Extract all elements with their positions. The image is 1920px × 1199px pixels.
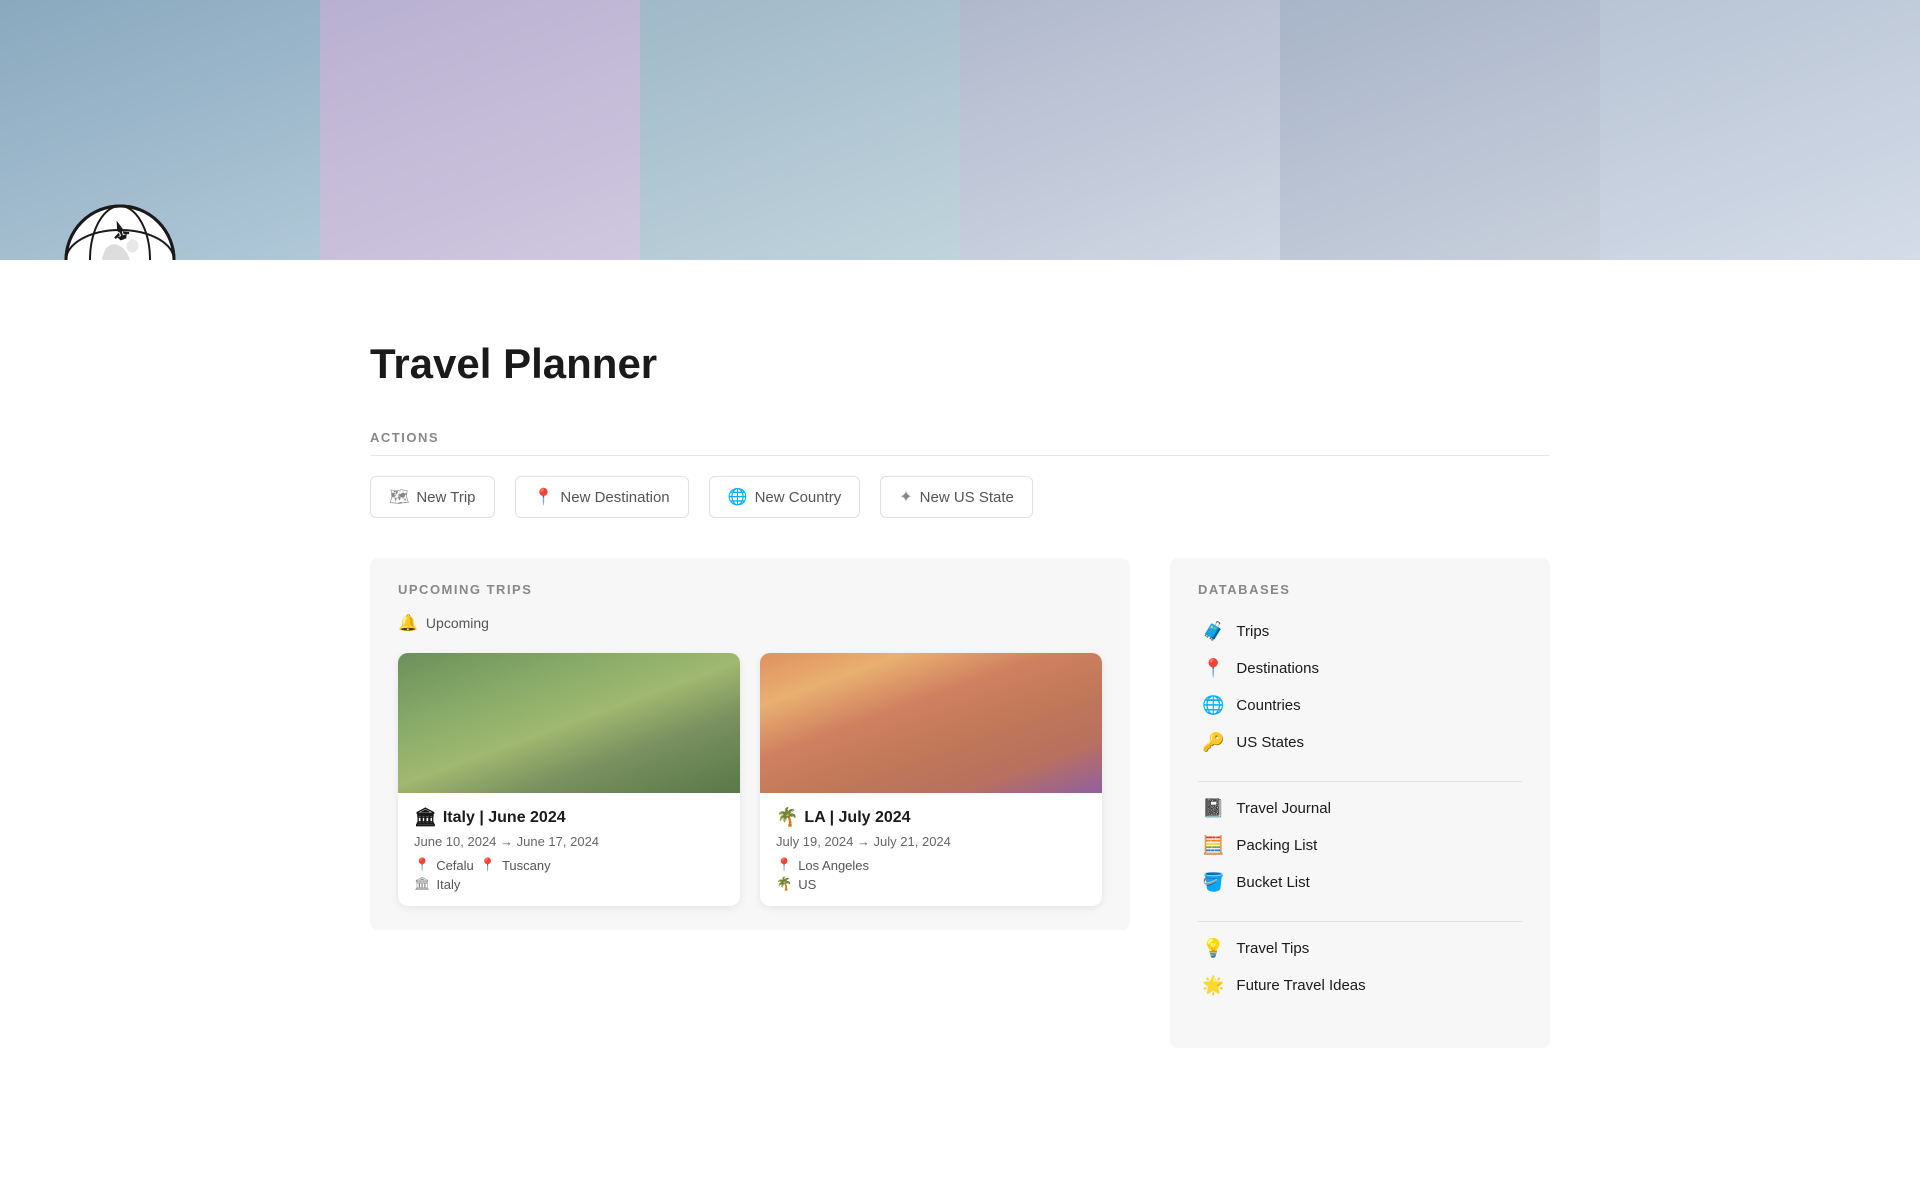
new-us-state-button[interactable]: ✦ New US State [880,476,1033,518]
banner-photo-4 [960,0,1280,260]
travel-tips-icon: 💡 [1202,938,1224,959]
db-divider-1 [1198,781,1522,782]
logo-area [60,200,180,260]
us-states-label: US States [1236,734,1304,751]
page-title: Travel Planner [370,340,1550,388]
trip-dest-cefalu: Cefalu [436,858,474,873]
databases-section: DATABASES 🧳 Trips 📍 Destinations 🌐 Count… [1170,558,1550,1048]
banner [0,0,1920,260]
trip-dest-1-italy: 📍 Cefalu 📍 Tuscany [414,857,724,873]
new-country-label: New Country [755,489,842,506]
trip-title-la: LA | July 2024 [804,809,910,827]
logo-icon [60,200,180,260]
travel-tips-label: Travel Tips [1236,940,1309,957]
new-trip-label: New Trip [416,489,475,506]
new-country-button[interactable]: 🌐 New Country [709,476,861,518]
banner-photo-2 [320,0,640,260]
banner-photo-3 [640,0,960,260]
trip-meta-la: 📍 Los Angeles 🌴 US [776,857,1086,892]
packing-list-icon: 🧮 [1202,835,1224,856]
travel-journal-icon: 📓 [1202,798,1224,819]
country-icon-italy: 🏛 [414,876,431,892]
new-destination-icon: 📍 [534,487,554,507]
trip-card-body-italy: 🏛 Italy | June 2024 June 10, 2024 → June… [398,793,740,906]
db-packing-list[interactable]: 🧮 Packing List [1198,827,1522,864]
countries-label: Countries [1236,697,1300,714]
location-icon-2: 📍 [480,857,496,873]
trip-card-img-la [760,653,1102,793]
trip-dest-los-angeles: Los Angeles [798,858,869,873]
destinations-icon: 📍 [1202,658,1224,679]
trip-emoji-italy: 🏛 [414,807,437,828]
new-destination-button[interactable]: 📍 New Destination [515,476,689,518]
banner-photo-6 [1600,0,1920,260]
db-destinations[interactable]: 📍 Destinations [1198,650,1522,687]
countries-icon: 🌐 [1202,695,1224,716]
trip-dates-la: July 19, 2024 → July 21, 2024 [776,834,1086,849]
packing-list-label: Packing List [1236,837,1317,854]
banner-collage [0,0,1920,260]
upcoming-trips-section: UPCOMING TRIPS 🔔 Upcoming 🏛 Italy | June… [370,558,1130,930]
trips-grid: 🏛 Italy | June 2024 June 10, 2024 → June… [398,653,1102,906]
travel-journal-label: Travel Journal [1236,800,1330,817]
trip-title-italy: Italy | June 2024 [443,809,566,827]
trip-country-name-la: US [798,877,816,892]
trip-card-title-italy: 🏛 Italy | June 2024 [414,807,724,828]
db-us-states[interactable]: 🔑 US States [1198,724,1522,761]
trip-card-body-la: 🌴 LA | July 2024 July 19, 2024 → July 21… [760,793,1102,906]
db-divider-2 [1198,921,1522,922]
db-trips[interactable]: 🧳 Trips [1198,613,1522,650]
trip-country-us: 🌴 US [776,876,1086,892]
new-destination-label: New Destination [560,489,669,506]
banner-photo-5 [1280,0,1600,260]
left-column: UPCOMING TRIPS 🔔 Upcoming 🏛 Italy | June… [370,558,1130,954]
databases-label: DATABASES [1198,582,1522,597]
trip-dest-la: 📍 Los Angeles [776,857,1086,873]
db-travel-tips[interactable]: 💡 Travel Tips [1198,930,1522,967]
db-group-3: 💡 Travel Tips 🌟 Future Travel Ideas [1198,930,1522,1004]
filter-label: Upcoming [426,615,489,631]
actions-row: 🗺 New Trip 📍 New Destination 🌐 New Count… [370,476,1550,518]
actions-section-label: ACTIONS [370,420,1550,456]
trip-card-italy[interactable]: 🏛 Italy | June 2024 June 10, 2024 → June… [398,653,740,906]
page-content: Travel Planner ACTIONS 🗺 New Trip 📍 New … [310,340,1610,1048]
main-layout: UPCOMING TRIPS 🔔 Upcoming 🏛 Italy | June… [370,558,1550,1048]
trip-card-title-la: 🌴 LA | July 2024 [776,807,1086,828]
trip-dest-tuscany: Tuscany [502,858,551,873]
filter-icon: 🔔 [398,613,418,633]
db-future-travel-ideas[interactable]: 🌟 Future Travel Ideas [1198,967,1522,1004]
trip-card-la[interactable]: 🌴 LA | July 2024 July 19, 2024 → July 21… [760,653,1102,906]
upcoming-trips-label: UPCOMING TRIPS [398,582,1102,597]
new-us-state-icon: ✦ [899,487,912,507]
future-travel-ideas-label: Future Travel Ideas [1236,977,1365,994]
trip-country-italy: 🏛 Italy [414,876,724,892]
trip-meta-italy: 📍 Cefalu 📍 Tuscany 🏛 Italy [414,857,724,892]
destinations-label: Destinations [1236,660,1319,677]
future-travel-ideas-icon: 🌟 [1202,975,1224,996]
db-travel-journal[interactable]: 📓 Travel Journal [1198,790,1522,827]
trips-label: Trips [1236,623,1269,640]
db-group-1: 🧳 Trips 📍 Destinations 🌐 Countries 🔑 US … [1198,613,1522,761]
location-icon-1: 📍 [414,857,430,873]
db-group-2: 📓 Travel Journal 🧮 Packing List 🪣 Bucket… [1198,790,1522,901]
us-states-icon: 🔑 [1202,732,1224,753]
bucket-list-icon: 🪣 [1202,872,1224,893]
new-trip-icon: 🗺 [389,487,409,507]
country-icon-us: 🌴 [776,876,792,892]
trip-card-img-italy [398,653,740,793]
location-icon-la: 📍 [776,857,792,873]
trip-country-name-italy: Italy [437,877,461,892]
db-bucket-list[interactable]: 🪣 Bucket List [1198,864,1522,901]
filter-row: 🔔 Upcoming [398,613,1102,633]
trips-icon: 🧳 [1202,621,1224,642]
db-countries[interactable]: 🌐 Countries [1198,687,1522,724]
bucket-list-label: Bucket List [1236,874,1309,891]
new-us-state-label: New US State [920,489,1014,506]
right-column: DATABASES 🧳 Trips 📍 Destinations 🌐 Count… [1170,558,1550,1048]
new-trip-button[interactable]: 🗺 New Trip [370,476,495,518]
trip-dates-italy: June 10, 2024 → June 17, 2024 [414,834,724,849]
new-country-icon: 🌐 [728,487,748,507]
trip-emoji-la: 🌴 [776,807,798,828]
